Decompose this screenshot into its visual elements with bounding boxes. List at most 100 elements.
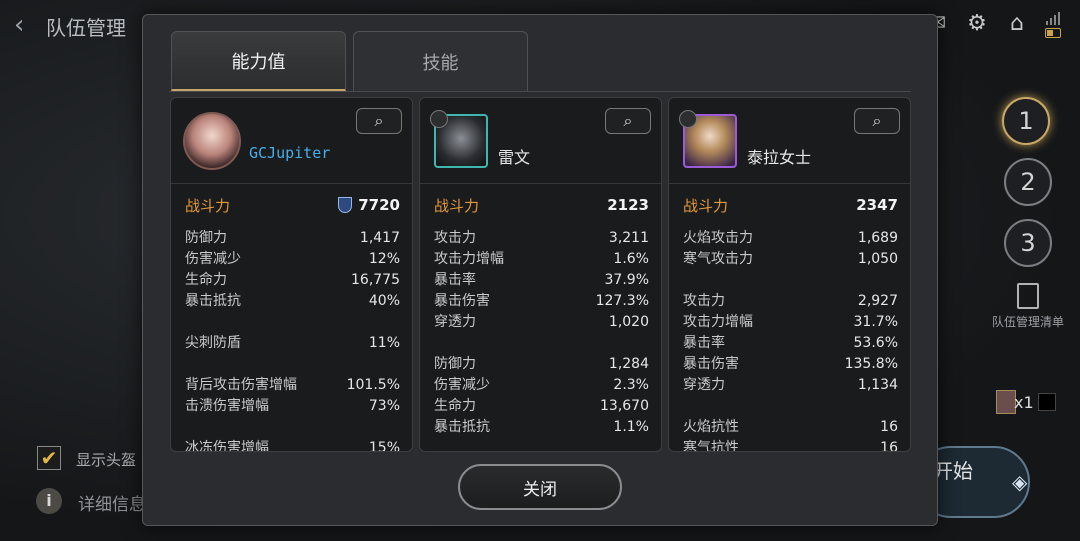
team-list-button[interactable]: 队伍管理清单: [986, 283, 1070, 330]
stat-value: 1,417: [359, 230, 400, 246]
stat-value: 16: [880, 440, 898, 452]
stat-value: 101.5%: [346, 377, 400, 393]
stat-row: 防御力 1,284: [434, 354, 649, 375]
stat-value: 1,284: [608, 356, 649, 372]
stat-label: 穿透力: [683, 377, 725, 393]
avatar: [183, 112, 241, 170]
stat-row: 生命力 16,775: [185, 270, 400, 291]
tab-divider: [169, 91, 911, 92]
power-number: 2347: [856, 196, 898, 214]
stat-value: 1.6%: [613, 251, 649, 267]
stat-label: 火焰攻击力: [683, 230, 753, 246]
show-head-checkbox[interactable]: ✔: [37, 446, 61, 470]
stat-row: 攻击力增幅 31.7%: [683, 312, 898, 333]
power-row: 战斗力 7720: [185, 194, 400, 216]
stat-label: 寒气抗性: [683, 440, 739, 452]
search-icon[interactable]: ⌕: [605, 108, 651, 134]
battery-icon: [1044, 10, 1062, 38]
show-head-label: 显示头盔: [76, 451, 137, 469]
stat-label: 伤害减少: [434, 377, 490, 393]
stat-row: 攻击力增幅 1.6%: [434, 249, 649, 270]
page-title: 队伍管理: [46, 16, 126, 40]
stat-label: 生命力: [434, 398, 476, 414]
arrow-right-icon: ◈: [1012, 470, 1028, 494]
stat-value: 16: [880, 419, 898, 435]
stat-label: 防御力: [434, 356, 476, 372]
stat-row: 防御力 1,417: [185, 228, 400, 249]
back-arrow-icon[interactable]: ‹: [14, 10, 42, 40]
team-slot-1[interactable]: 1: [1002, 97, 1050, 145]
team-slot-2[interactable]: 2: [1004, 158, 1052, 206]
power-row: 战斗力 2123: [434, 194, 649, 216]
stat-value: 1,689: [857, 230, 898, 246]
character-card-3: 泰拉女士 ⌕ 战斗力 2347 火焰攻击力 1,689 寒气攻击力 1,050 攻击力 2…: [668, 97, 911, 452]
stat-spacer: [683, 270, 898, 291]
stat-value: 73%: [368, 398, 400, 414]
tab-stats[interactable]: 能力值: [171, 31, 346, 91]
start-label: 开始: [933, 459, 973, 483]
power-label: 战斗力: [683, 196, 729, 215]
info-icon[interactable]: i: [36, 488, 62, 514]
team-list-label: 队伍管理清单: [991, 315, 1064, 329]
stat-row: 暴击抵抗 1.1%: [434, 417, 649, 438]
stat-label: 击溃伤害增幅: [185, 398, 269, 414]
stat-label: 暴击伤害: [683, 356, 739, 372]
stat-value: 31.7%: [853, 314, 898, 330]
stat-row: 冰冻伤害增幅 15%: [185, 438, 400, 452]
stat-label: 暴击抵抗: [434, 419, 490, 435]
stat-row: 寒气抗性 16: [683, 438, 898, 452]
stat-value: 37.9%: [604, 272, 649, 288]
stat-label: 冰冻伤害增幅: [185, 440, 269, 452]
stats-list: 防御力 1,417 伤害减少 12% 生命力 16,775 暴击抵抗 40% 尖刺防盾 11% 背后…: [185, 228, 400, 452]
power-label: 战斗力: [185, 196, 231, 215]
stat-value: 2,927: [857, 293, 898, 309]
stat-value: 3,211: [608, 230, 649, 246]
stats-dialog: 能力值 技能 GCJupiter ⌕ 战斗力 7720 防御力 1,417 伤害减少…: [142, 14, 938, 526]
stat-row: 暴击率 37.9%: [434, 270, 649, 291]
stat-label: 攻击力: [683, 293, 725, 309]
stat-row: 火焰攻击力 1,689: [683, 228, 898, 249]
stat-spacer: [185, 354, 400, 375]
stat-row: 暴击伤害 135.8%: [683, 354, 898, 375]
stat-row: 伤害减少 2.3%: [434, 375, 649, 396]
search-icon[interactable]: ⌕: [854, 108, 900, 134]
stat-row: 背后攻击伤害增幅 101.5%: [185, 375, 400, 396]
detail-label[interactable]: 详细信息: [78, 490, 146, 515]
stat-label: 暴击率: [434, 272, 476, 288]
team-slot-3[interactable]: 3: [1004, 219, 1052, 267]
stat-label: 暴击伤害: [434, 293, 490, 309]
stat-label: 暴击抵抗: [185, 293, 241, 309]
stat-row: 暴击抵抗 40%: [185, 291, 400, 312]
player-name: GCJupiter: [249, 144, 331, 162]
hourglass-count: x1: [1014, 393, 1034, 412]
stat-spacer: [683, 396, 898, 417]
stat-row: 寒气攻击力 1,050: [683, 249, 898, 270]
stat-label: 生命力: [185, 272, 227, 288]
gear-icon[interactable]: ⚙: [964, 11, 990, 37]
power-number: 7720: [358, 196, 400, 214]
stat-value: 12%: [368, 251, 400, 267]
stat-spacer: [185, 312, 400, 333]
power-label: 战斗力: [434, 196, 480, 215]
stat-value: 1,134: [857, 377, 898, 393]
top-icons: ✉ ⚙ ⌂: [924, 10, 1062, 38]
close-button[interactable]: 关闭: [458, 464, 622, 510]
stat-label: 攻击力增幅: [683, 314, 753, 330]
stat-value: 127.3%: [595, 293, 649, 309]
signal-icon: [1046, 11, 1060, 25]
stat-label: 背后攻击伤害增幅: [185, 377, 297, 393]
stat-label: 攻击力增幅: [434, 251, 504, 267]
stat-value: 1,050: [857, 251, 898, 267]
stat-value: 53.6%: [853, 335, 898, 351]
stats-list: 攻击力 3,211 攻击力增幅 1.6% 暴击率 37.9% 暴击伤害 127.3% 穿透力 1,…: [434, 228, 649, 438]
toggle-box[interactable]: [1038, 393, 1056, 411]
tab-skills[interactable]: 技能: [353, 31, 528, 91]
rank-badge-icon: [679, 110, 697, 128]
stat-row: 暴击率 53.6%: [683, 333, 898, 354]
character-name: 泰拉女士: [747, 148, 812, 167]
home-icon[interactable]: ⌂: [1004, 11, 1030, 37]
search-icon[interactable]: ⌕: [356, 108, 402, 134]
card-header: 泰拉女士 ⌕: [669, 98, 910, 184]
card-header: 雷文 ⌕: [420, 98, 661, 184]
power-value: 7720: [338, 196, 400, 214]
